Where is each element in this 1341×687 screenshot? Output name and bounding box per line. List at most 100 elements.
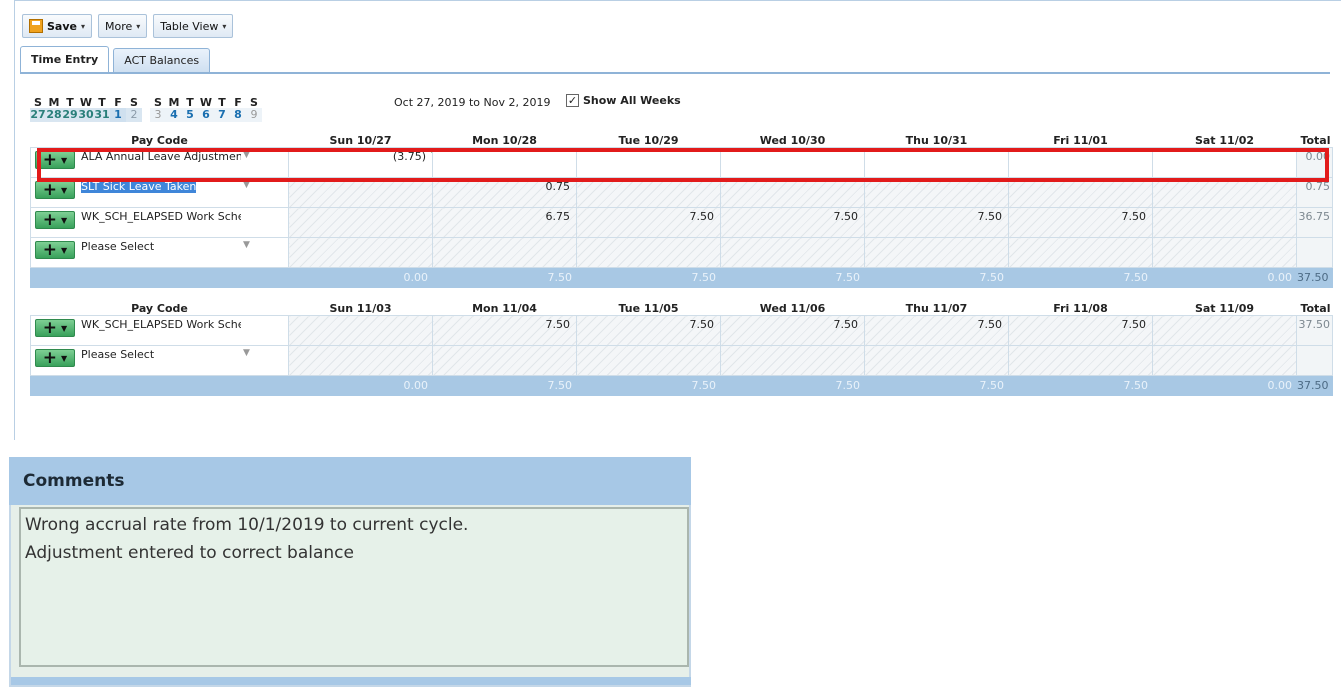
add-row-button[interactable]: + ▼ xyxy=(35,241,75,259)
more-button[interactable]: More ▾ xyxy=(98,14,148,38)
col-header-day: Sat 11/02 xyxy=(1152,134,1297,148)
hours-cell[interactable] xyxy=(576,345,721,376)
day-total: 7.50 xyxy=(864,267,1009,288)
calendar-day[interactable]: 30 xyxy=(78,108,94,122)
hours-cell[interactable] xyxy=(1152,237,1297,268)
pay-code-select[interactable]: Please Select xyxy=(81,348,241,361)
col-header-day: Wed 11/06 xyxy=(720,302,865,316)
calendar-day[interactable]: 5 xyxy=(182,108,198,122)
hours-cell[interactable] xyxy=(1152,177,1297,208)
hours-cell[interactable] xyxy=(1152,345,1297,376)
timesheet-week-2: Pay Code Sun 11/03 Mon 11/04 Tue 11/05 W… xyxy=(30,302,1333,396)
hours-cell[interactable]: 7.50 xyxy=(432,315,577,346)
calendar-day[interactable]: 4 xyxy=(166,108,182,122)
add-row-button[interactable]: + ▼ xyxy=(35,319,75,337)
hours-cell[interactable]: 7.50 xyxy=(864,315,1009,346)
hours-cell[interactable] xyxy=(576,237,721,268)
plus-icon: + xyxy=(42,348,58,368)
hours-cell[interactable]: 7.50 xyxy=(1008,207,1153,238)
hours-cell[interactable] xyxy=(576,177,721,208)
checkbox-checked-icon[interactable]: ✓ xyxy=(566,94,579,107)
grid-header-row: Pay Code Sun 11/03 Mon 11/04 Tue 11/05 W… xyxy=(30,302,1333,316)
col-header-day: Thu 11/07 xyxy=(864,302,1009,316)
pay-code-select[interactable]: Please Select xyxy=(81,240,241,253)
calendar-day[interactable]: 29 xyxy=(62,108,78,122)
comments-textarea[interactable]: Wrong accrual rate from 10/1/2019 to cur… xyxy=(19,507,689,667)
hours-cell[interactable] xyxy=(288,315,433,346)
comment-line: Wrong accrual rate from 10/1/2019 to cur… xyxy=(25,515,469,535)
hours-cell[interactable]: 0.75 xyxy=(432,177,577,208)
add-row-button[interactable]: + ▼ xyxy=(35,181,75,199)
row-total: 36.75 xyxy=(1296,207,1333,238)
pay-code-select[interactable]: WK_SCH_ELAPSED Work Schedu xyxy=(81,318,241,331)
calendar-day-header: F xyxy=(234,96,242,109)
hours-cell[interactable]: 7.50 xyxy=(864,207,1009,238)
hours-cell[interactable] xyxy=(720,177,865,208)
calendar-day[interactable]: 27 xyxy=(30,108,46,122)
hours-cell[interactable] xyxy=(288,177,433,208)
comments-title: Comments xyxy=(9,457,691,505)
calendar-day[interactable]: 28 xyxy=(46,108,62,122)
grid-header-row: Pay Code Sun 10/27 Mon 10/28 Tue 10/29 W… xyxy=(30,134,1333,148)
calendar-day[interactable]: 7 xyxy=(214,108,230,122)
hours-cell[interactable] xyxy=(864,345,1009,376)
col-header-day: Sun 11/03 xyxy=(288,302,433,316)
pay-code-cell: + ▼ WK_SCH_ELAPSED Work Schedu xyxy=(30,207,289,238)
table-view-button[interactable]: Table View ▾ xyxy=(153,14,234,38)
hours-cell[interactable] xyxy=(720,237,865,268)
calendar-day[interactable]: 6 xyxy=(198,108,214,122)
add-row-button[interactable]: + ▼ xyxy=(35,349,75,367)
calendar-day-header: T xyxy=(98,96,106,109)
tab-time-entry[interactable]: Time Entry xyxy=(20,46,110,72)
chevron-down-icon: ▼ xyxy=(61,245,68,255)
calendar-day[interactable]: 9 xyxy=(246,108,262,122)
hours-cell[interactable] xyxy=(1152,315,1297,346)
hours-cell[interactable] xyxy=(1008,177,1153,208)
hours-cell[interactable] xyxy=(1152,207,1297,238)
hours-cell[interactable]: 6.75 xyxy=(432,207,577,238)
show-all-weeks-toggle[interactable]: ✓ Show All Weeks xyxy=(566,94,681,107)
tab-act-balances[interactable]: ACT Balances xyxy=(113,48,211,72)
comment-line: Adjustment entered to correct balance xyxy=(25,543,354,563)
more-label: More xyxy=(105,19,133,33)
plus-icon: + xyxy=(42,180,58,200)
calendar-day[interactable]: 8 xyxy=(230,108,246,122)
calendar-day[interactable]: 2 xyxy=(126,108,142,122)
hours-cell[interactable]: 7.50 xyxy=(1008,315,1153,346)
hours-cell[interactable] xyxy=(864,177,1009,208)
col-header-pay-code: Pay Code xyxy=(30,302,289,316)
hours-cell[interactable] xyxy=(432,345,577,376)
col-header-day: Sat 11/09 xyxy=(1152,302,1297,316)
save-button[interactable]: Save ▾ xyxy=(22,14,92,38)
hours-cell[interactable]: 7.50 xyxy=(720,315,865,346)
hours-cell[interactable] xyxy=(1008,237,1153,268)
tab-underline xyxy=(20,72,1330,74)
dropdown-arrow-icon[interactable]: ▼ xyxy=(243,348,250,358)
hours-cell[interactable] xyxy=(288,345,433,376)
hours-cell[interactable]: 7.50 xyxy=(576,207,721,238)
calendar-day[interactable]: 1 xyxy=(110,108,126,122)
hours-cell[interactable] xyxy=(432,237,577,268)
hours-cell[interactable] xyxy=(288,207,433,238)
pay-code-select[interactable]: WK_SCH_ELAPSED Work Schedu xyxy=(81,210,241,223)
col-header-day: Tue 10/29 xyxy=(576,134,721,148)
calendar-day[interactable]: 31 xyxy=(94,108,110,122)
hours-cell[interactable] xyxy=(864,237,1009,268)
calendar-day-header: S xyxy=(34,96,42,109)
day-total: 7.50 xyxy=(1008,375,1153,396)
hours-cell[interactable] xyxy=(1008,345,1153,376)
day-total: 7.50 xyxy=(864,375,1009,396)
calendar-day-header: T xyxy=(66,96,74,109)
hours-cell[interactable]: 7.50 xyxy=(576,315,721,346)
calendar-day[interactable]: 3 xyxy=(150,108,166,122)
date-range-label: Oct 27, 2019 to Nov 2, 2019 xyxy=(394,96,551,109)
add-row-button[interactable]: + ▼ xyxy=(35,211,75,229)
table-row: + ▼ Please Select ▼ xyxy=(30,237,1333,268)
plus-icon: + xyxy=(42,318,58,338)
hours-cell[interactable]: 7.50 xyxy=(720,207,865,238)
hours-cell[interactable] xyxy=(720,345,865,376)
dropdown-arrow-icon[interactable]: ▼ xyxy=(243,240,250,250)
calendar-day-header: M xyxy=(168,96,180,109)
table-row: + ▼ SLT Sick Leave Taken ▼ 0.75 0.75 xyxy=(30,177,1333,208)
hours-cell[interactable] xyxy=(288,237,433,268)
